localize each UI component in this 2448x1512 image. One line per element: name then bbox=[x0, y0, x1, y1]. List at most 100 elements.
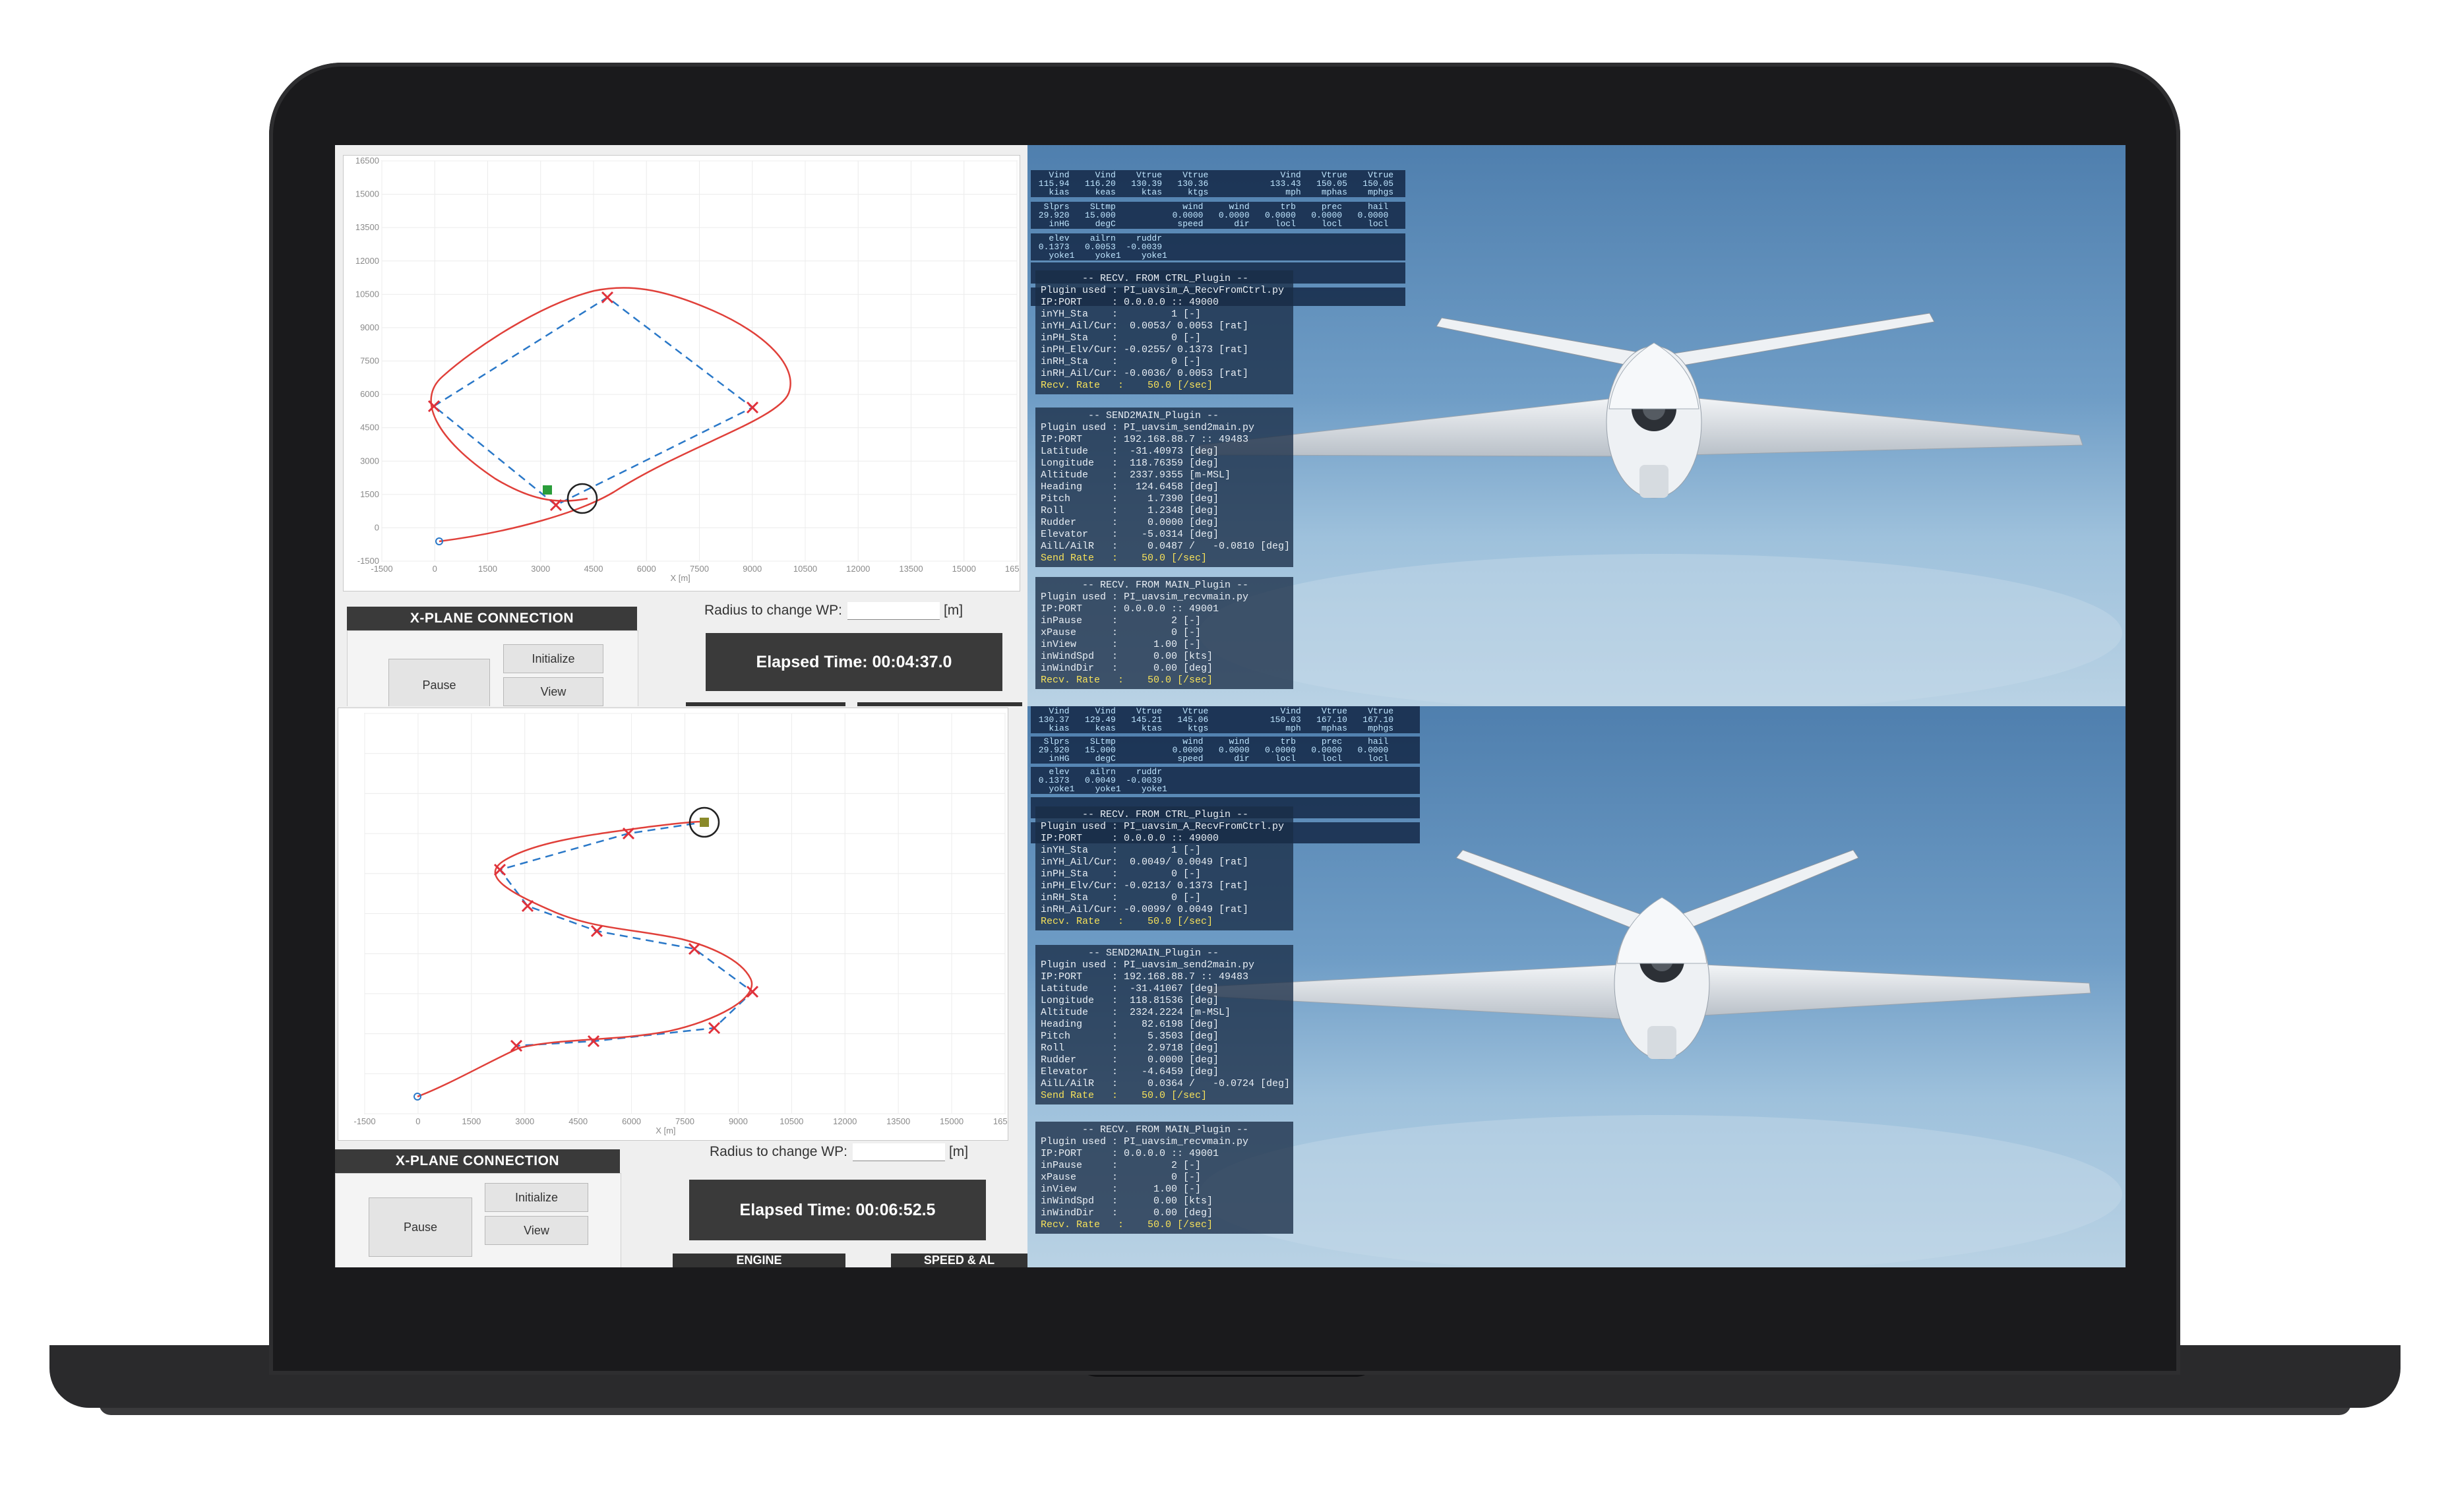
view-button[interactable]: View bbox=[485, 1216, 588, 1245]
x-tick-label: 13500 bbox=[899, 564, 923, 574]
x-tick-label: 6000 bbox=[622, 1116, 641, 1126]
hud-send2main-top: -- SEND2MAIN_Plugin -- Plugin used : PI_… bbox=[1035, 408, 1293, 567]
x-tick-label: 1500 bbox=[478, 564, 497, 574]
y-tick-label: 0 bbox=[375, 522, 379, 532]
y-tick-label: -1500 bbox=[357, 556, 379, 566]
x-tick-label: 16500 bbox=[1005, 564, 1020, 574]
hud-lines: Plugin used : PI_uavsim_recvmain.py IP:P… bbox=[1041, 1136, 1249, 1219]
x-tick-label: 4500 bbox=[584, 564, 603, 574]
x-axis-label: X [m] bbox=[670, 573, 690, 583]
x-tick-label: 10500 bbox=[780, 1116, 803, 1126]
current-wp-marker bbox=[543, 485, 552, 495]
hud-rate: Recv. Rate : 50.0 [/sec] bbox=[1041, 380, 1213, 391]
strip-row: inHG degC speed dir locl locl locl bbox=[1033, 219, 1389, 229]
radius-wp-row: Radius to change WP: [m] bbox=[704, 600, 963, 621]
view-button[interactable]: View bbox=[503, 677, 603, 706]
x-tick-label: 4500 bbox=[568, 1116, 588, 1126]
pause-button[interactable]: Pause bbox=[369, 1197, 472, 1257]
speed-strip-top: Vind Vind Vtrue Vtrue Vind Vtrue Vtrue 1… bbox=[1031, 170, 1405, 197]
strip-row: yoke1 yoke1 yoke1 bbox=[1033, 784, 1167, 794]
hud-lines: Plugin used : PI_uavsim_send2main.py IP:… bbox=[1041, 422, 1291, 552]
pause-button[interactable]: Pause bbox=[388, 659, 490, 706]
weather-strip-bottom: Slprs SLtmp wind wind trb prec hail 29.9… bbox=[1031, 737, 1420, 764]
x-tick-label: 15000 bbox=[940, 1116, 964, 1126]
strip-row: kias keas ktas ktgs mph mphas mphgs bbox=[1033, 187, 1394, 197]
initialize-button[interactable]: Initialize bbox=[485, 1183, 588, 1212]
radius-wp-label: Radius to change WP: bbox=[710, 1144, 847, 1159]
x-tick-label: 0 bbox=[415, 1116, 420, 1126]
hud-rate: Recv. Rate : 50.0 [/sec] bbox=[1041, 675, 1213, 686]
y-tick-label: 1500 bbox=[360, 489, 379, 499]
trajectory-svg-bottom: -1500 0 1500 3000 4500 6000 7500 9000 10500 12000… bbox=[353, 713, 1017, 1135]
elapsed-time: Elapsed Time: 00:04:37.0 bbox=[706, 633, 1002, 691]
strip-row: kias keas ktas ktgs mph mphas mphgs bbox=[1033, 723, 1394, 733]
x-tick-label: 9000 bbox=[729, 1116, 748, 1126]
x-tick-label: 13500 bbox=[886, 1116, 910, 1126]
strip-row: inHG degC speed dir locl locl locl bbox=[1033, 754, 1389, 764]
top-capture: -1500 0 1500 3000 4500 6000 7500 9000 10500 12000… bbox=[335, 145, 2126, 706]
hud-recv-ctrl-top: -- RECV. FROM CTRL_Plugin -- Plugin used… bbox=[1035, 270, 1293, 394]
x-tick-label: 3000 bbox=[515, 1116, 534, 1126]
hud-recv-main-bottom: -- RECV. FROM MAIN_Plugin -- Plugin used… bbox=[1035, 1122, 1293, 1234]
connection-box: Pause Initialize View bbox=[335, 1173, 621, 1267]
x-tick-label: 3000 bbox=[531, 564, 550, 574]
connection-box: Pause Initialize View bbox=[347, 630, 638, 706]
xplane-view-bottom: Vind Vind Vtrue Vtrue Vind Vtrue Vtrue 1… bbox=[1027, 706, 2126, 1267]
hud-rate: Send Rate : 50.0 [/sec] bbox=[1041, 553, 1208, 564]
strip-row: yoke1 yoke1 yoke1 bbox=[1033, 251, 1167, 260]
hud-lines: Plugin used : PI_uavsim_send2main.py IP:… bbox=[1041, 959, 1291, 1089]
x-tick-label: -1500 bbox=[353, 1116, 375, 1126]
radius-wp-unit: [m] bbox=[943, 603, 964, 618]
hud-title: -- SEND2MAIN_Plugin -- bbox=[1041, 948, 1219, 959]
radius-wp-input[interactable] bbox=[852, 1143, 945, 1161]
hud-title: -- RECV. FROM CTRL_Plugin -- bbox=[1041, 273, 1249, 284]
initialize-button[interactable]: Initialize bbox=[503, 644, 603, 673]
y-tick-label: 10500 bbox=[355, 289, 379, 299]
y-tick-label: 15000 bbox=[355, 189, 379, 199]
y-tick-label: 13500 bbox=[355, 222, 379, 232]
x-tick-label: 16500 bbox=[993, 1116, 1008, 1126]
gcs-panel-bottom: -1500 0 1500 3000 4500 6000 7500 9000 10500 12000… bbox=[335, 706, 1027, 1267]
weather-strip-top: Slprs SLtmp wind wind trb prec hail 29.9… bbox=[1031, 202, 1405, 229]
x-tick-label: 9000 bbox=[743, 564, 762, 574]
hud-title: -- SEND2MAIN_Plugin -- bbox=[1041, 410, 1219, 421]
gcs-panel-top: -1500 0 1500 3000 4500 6000 7500 9000 10500 12000… bbox=[335, 145, 1029, 706]
x-tick-label: 6000 bbox=[637, 564, 656, 574]
speed-panel-tab[interactable]: SPEED & AL bbox=[891, 1254, 1027, 1267]
x-tick-label: 15000 bbox=[952, 564, 976, 574]
x-axis-label: X [m] bbox=[656, 1126, 675, 1135]
laptop-screen: -1500 0 1500 3000 4500 6000 7500 9000 10500 12000… bbox=[335, 145, 2126, 1267]
hud-rate: Send Rate : 50.0 [/sec] bbox=[1041, 1090, 1208, 1101]
hud-lines: Plugin used : PI_uavsim_recvmain.py IP:P… bbox=[1041, 591, 1249, 674]
controls-strip-bottom: elev ailrn ruddr 0.1373 0.0049 -0.0039 y… bbox=[1031, 767, 1420, 794]
connection-header: X-PLANE CONNECTION bbox=[347, 607, 637, 630]
x-tick-label: 1500 bbox=[462, 1116, 481, 1126]
y-tick-label: 12000 bbox=[355, 256, 379, 266]
y-tick-label: 3000 bbox=[360, 456, 379, 466]
engine-panel-tab[interactable]: ENGINE bbox=[673, 1254, 845, 1267]
trajectory-plot-bottom[interactable]: -1500 0 1500 3000 4500 6000 7500 9000 10500 12000… bbox=[338, 708, 1017, 1141]
hud-send2main-bottom: -- SEND2MAIN_Plugin -- Plugin used : PI_… bbox=[1035, 945, 1293, 1104]
x-tick-label: 10500 bbox=[793, 564, 817, 574]
y-tick-label: 6000 bbox=[360, 389, 379, 399]
elapsed-time: Elapsed Time: 00:06:52.5 bbox=[689, 1180, 986, 1240]
y-tick-label: 7500 bbox=[360, 356, 379, 366]
x-tick-label: 7500 bbox=[675, 1116, 694, 1126]
radius-wp-input[interactable] bbox=[847, 601, 940, 620]
y-tick-label: 9000 bbox=[360, 322, 379, 332]
controls-strip-top: elev ailrn ruddr 0.1373 0.0053 -0.0039 y… bbox=[1031, 233, 1405, 260]
bottom-capture: -1500 0 1500 3000 4500 6000 7500 9000 10500 12000… bbox=[335, 706, 2126, 1267]
current-wp-marker bbox=[700, 818, 709, 827]
hud-recv-ctrl-bottom: -- RECV. FROM CTRL_Plugin -- Plugin used… bbox=[1035, 806, 1293, 930]
connection-header: X-PLANE CONNECTION bbox=[335, 1149, 620, 1173]
trajectory-plot-top[interactable]: -1500 0 1500 3000 4500 6000 7500 9000 10500 12000… bbox=[343, 155, 1029, 591]
hud-recv-main-top: -- RECV. FROM MAIN_Plugin -- Plugin used… bbox=[1035, 577, 1293, 689]
y-tick-label: 16500 bbox=[355, 156, 379, 166]
speed-strip-bottom: Vind Vind Vtrue Vtrue Vind Vtrue Vtrue 1… bbox=[1031, 706, 1420, 733]
radius-wp-row: Radius to change WP: [m] bbox=[710, 1141, 968, 1163]
xplane-view-top: Vind Vind Vtrue Vtrue Vind Vtrue Vtrue 1… bbox=[1027, 145, 2126, 706]
x-tick-label: 7500 bbox=[690, 564, 709, 574]
y-tick-label: 4500 bbox=[360, 423, 379, 433]
hud-lines: Plugin used : PI_uavsim_A_RecvFromCtrl.p… bbox=[1041, 285, 1285, 379]
hud-title: -- RECV. FROM MAIN_Plugin -- bbox=[1041, 580, 1249, 591]
